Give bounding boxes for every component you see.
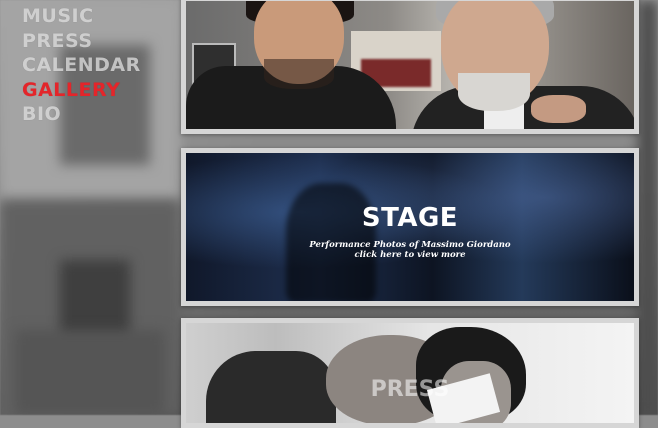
- stage-subtitle: Performance Photos of Massimo Giordano: [309, 240, 511, 250]
- stage-view-more-link[interactable]: click here to view more: [186, 250, 634, 260]
- gallery-panel-photo[interactable]: [181, 0, 639, 134]
- stage-photo: STAGE Performance Photos of Massimo Gior…: [186, 153, 634, 301]
- nav-item-bio[interactable]: BIO: [22, 102, 141, 127]
- nav-item-press[interactable]: PRESS: [22, 29, 141, 54]
- gallery-panel-stage[interactable]: STAGE Performance Photos of Massimo Gior…: [181, 148, 639, 306]
- nav-item-music[interactable]: MUSIC: [22, 4, 141, 29]
- press-title: PRESS: [370, 377, 450, 402]
- nav-item-gallery[interactable]: GALLERY: [22, 78, 141, 103]
- nav-item-calendar[interactable]: CALENDAR: [22, 53, 141, 78]
- press-photo: PRESS: [186, 323, 634, 423]
- main-nav: MUSIC PRESS CALENDAR GALLERY BIO: [22, 4, 141, 127]
- stage-title: STAGE: [361, 203, 459, 233]
- gallery-panel-press[interactable]: PRESS: [181, 318, 639, 428]
- photo-two-men: [186, 1, 634, 129]
